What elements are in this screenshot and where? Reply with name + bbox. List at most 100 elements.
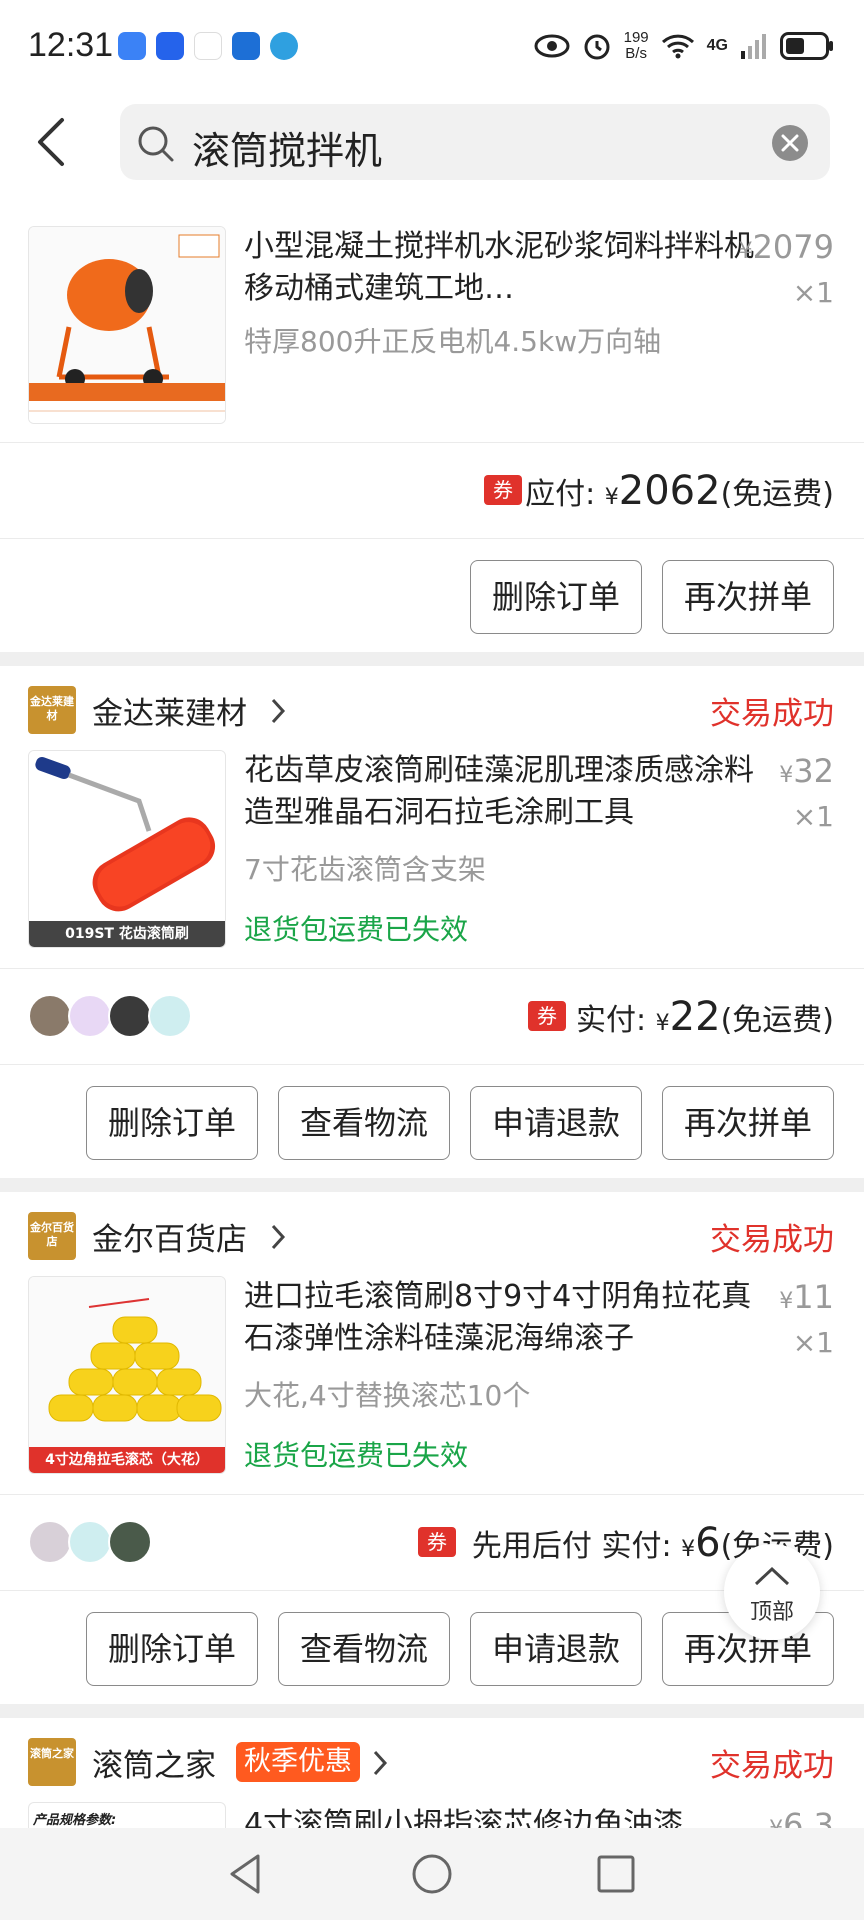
shop-name[interactable]: 金达莱建材 xyxy=(92,688,247,733)
shop-header[interactable]: 金达莱建材 金达莱建材 交易成功 xyxy=(0,666,864,750)
view-logistics-button[interactable]: 查看物流 xyxy=(278,1612,450,1686)
nav-back-icon[interactable] xyxy=(220,1848,272,1900)
app-notification-icon xyxy=(118,32,146,60)
shop-header[interactable]: 滚筒之家 滚筒之家 秋季优惠 交易成功 xyxy=(0,1718,864,1802)
clear-search-button[interactable] xyxy=(772,125,808,161)
avatar xyxy=(108,994,152,1038)
search-input[interactable]: 滚筒搅拌机 xyxy=(120,104,830,180)
search-header: 滚筒搅拌机 xyxy=(0,92,864,192)
coupon-icon: 券 xyxy=(484,475,522,505)
product-title[interactable]: 花齿草皮滚筒刷硅藻泥肌理漆质感涂料造型雅晶石洞石拉毛涂刷工具 xyxy=(244,750,764,834)
group-buyer-avatars[interactable] xyxy=(28,994,192,1038)
search-query: 滚筒搅拌机 xyxy=(192,129,383,173)
product-image[interactable]: 产品规格参数: xyxy=(28,1802,226,1828)
system-navigation-bar xyxy=(0,1828,864,1920)
shop-header[interactable]: 金尔百货店 金尔百货店 交易成功 xyxy=(0,1192,864,1276)
order-card: 小型混凝土搅拌机水泥砂浆饲料拌料机移动桶式建筑工地… 特厚800升正反电机4.5… xyxy=(0,192,864,652)
shop-name[interactable]: 金尔百货店 xyxy=(92,1214,247,1259)
eye-icon xyxy=(534,34,570,58)
back-icon xyxy=(38,118,64,166)
request-refund-button[interactable]: 申请退款 xyxy=(470,1086,642,1160)
chevron-right-icon xyxy=(271,1224,286,1250)
divider xyxy=(0,442,864,443)
order-status: 交易成功 xyxy=(710,696,834,732)
action-buttons: 删除订单 查看物流 申请退款 再次拼单 xyxy=(0,1064,864,1174)
promo-badge: 秋季优惠 xyxy=(236,1742,360,1782)
status-indicators: 199 B/s 4G xyxy=(534,26,834,66)
order-card: 金达莱建材 金达莱建材 交易成功 019ST 花齿滚筒刷 花齿草皮滚筒刷硅藻泥肌… xyxy=(0,666,864,1178)
product-price: ¥6.3 xyxy=(769,1806,834,1828)
product-price: ¥2079 xyxy=(738,228,834,266)
product-price: ¥11 xyxy=(779,1278,834,1316)
order-card: 金尔百货店 金尔百货店 交易成功 4寸边角拉毛滚芯（大花） 进口拉毛滚筒刷8寸9… xyxy=(0,1192,864,1704)
mixer-image xyxy=(29,227,225,423)
chevron-right-icon xyxy=(373,1750,388,1776)
maps-notification-icon xyxy=(194,32,222,60)
image-caption: 4寸边角拉毛滚芯（大花） xyxy=(29,1447,225,1473)
arrow-up-icon xyxy=(754,1566,790,1586)
shop-logo: 金尔百货店 xyxy=(28,1212,76,1260)
nav-home-icon[interactable] xyxy=(406,1848,458,1900)
product-spec: 7寸花齿滚筒含支架 xyxy=(244,853,486,886)
payment-row: 券 应付: ¥2062(免运费) xyxy=(0,444,864,538)
image-caption: 产品规格参数: xyxy=(33,1813,117,1828)
reorder-button[interactable]: 再次拼单 xyxy=(662,1086,834,1160)
return-shipping-note: 退货包运费已失效 xyxy=(244,913,469,946)
shop-logo: 金达莱建材 xyxy=(28,686,76,734)
payment-row: 券 实付: ¥22(免运费) xyxy=(0,970,864,1064)
roller-brush-image xyxy=(29,751,225,947)
product-image[interactable] xyxy=(28,226,226,424)
avatar xyxy=(148,994,192,1038)
wifi-icon xyxy=(661,34,694,59)
order-status: 交易成功 xyxy=(710,1222,834,1258)
avatar xyxy=(28,1520,72,1564)
notification-icons xyxy=(118,32,298,60)
image-caption: 019ST 花齿滚筒刷 xyxy=(29,921,225,947)
request-refund-button[interactable]: 申请退款 xyxy=(470,1612,642,1686)
view-logistics-button[interactable]: 查看物流 xyxy=(278,1086,450,1160)
divider xyxy=(0,1494,864,1495)
order-status: 交易成功 xyxy=(710,1748,834,1784)
product-spec: 特厚800升正反电机4.5kw万向轴 xyxy=(244,325,662,358)
status-bar: 12:31 199 B/s 4G xyxy=(0,0,864,92)
product-price: ¥32 xyxy=(779,752,834,790)
sponge-roller-image xyxy=(29,1277,225,1473)
avatar xyxy=(68,994,112,1038)
product-spec: 大花,4寸替换滚芯10个 xyxy=(244,1379,531,1412)
divider xyxy=(0,968,864,969)
app-notification-icon xyxy=(156,32,184,60)
coupon-icon: 券 xyxy=(528,1001,566,1031)
app-notification-icon xyxy=(232,32,260,60)
product-title[interactable]: 进口拉毛滚筒刷8寸9寸4寸阴角拉花真石漆弹性涂料硅藻泥海绵滚子 xyxy=(244,1276,764,1360)
back-button[interactable] xyxy=(28,112,78,172)
clear-icon xyxy=(781,134,799,152)
delete-order-button[interactable]: 删除订单 xyxy=(470,560,642,634)
product-quantity: ×1 xyxy=(792,276,834,309)
avatar xyxy=(68,1520,112,1564)
alarm-icon xyxy=(584,34,610,60)
product-title[interactable]: 小型混凝土搅拌机水泥砂浆饲料拌料机移动桶式建筑工地… xyxy=(244,226,764,310)
coupon-icon: 券 xyxy=(418,1527,456,1557)
order-card: 滚筒之家 滚筒之家 秋季优惠 交易成功 产品规格参数: 4寸滚筒刷小拇指滚芯修边… xyxy=(0,1718,864,1828)
action-buttons: 删除订单 再次拼单 xyxy=(0,538,864,648)
return-shipping-note: 退货包运费已失效 xyxy=(244,1439,469,1472)
signal-icon xyxy=(741,34,766,59)
reorder-button[interactable]: 再次拼单 xyxy=(662,560,834,634)
battery-icon xyxy=(780,32,833,60)
shop-name[interactable]: 滚筒之家 xyxy=(92,1740,216,1785)
network-type: 4G xyxy=(706,37,728,54)
nav-recents-icon[interactable] xyxy=(590,1848,642,1900)
group-buyer-avatars[interactable] xyxy=(28,1520,152,1564)
back-to-top-button[interactable]: 顶部 xyxy=(724,1544,820,1640)
product-image[interactable]: 4寸边角拉毛滚芯（大花） xyxy=(28,1276,226,1474)
network-speed: 199 B/s xyxy=(623,29,649,62)
product-title[interactable]: 4寸滚筒刷小拇指滚芯修边角油漆 xyxy=(244,1804,764,1828)
delete-order-button[interactable]: 删除订单 xyxy=(86,1612,258,1686)
product-image[interactable]: 019ST 花齿滚筒刷 xyxy=(28,750,226,948)
delete-order-button[interactable]: 删除订单 xyxy=(86,1086,258,1160)
back-to-top-label: 顶部 xyxy=(749,1600,794,1625)
payment-summary: 应付: ¥2062(免运费) xyxy=(525,468,834,514)
product-quantity: ×1 xyxy=(792,800,834,833)
shop-logo: 滚筒之家 xyxy=(28,1738,76,1786)
payment-summary: 实付: ¥22(免运费) xyxy=(576,994,834,1040)
